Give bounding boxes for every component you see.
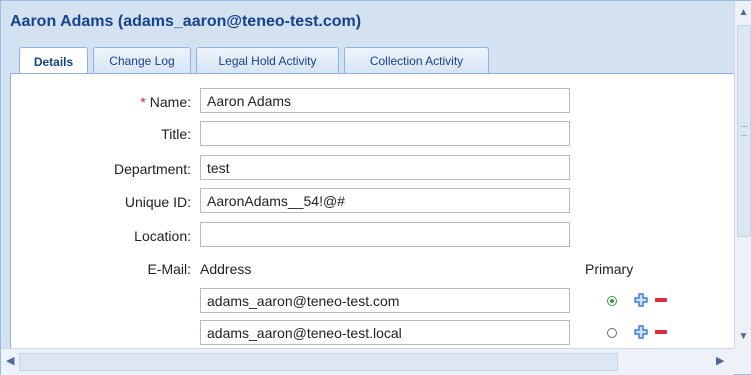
window-title: Aaron Adams (adams_aaron@teneo-test.com)	[10, 13, 362, 30]
plus-icon[interactable]	[633, 324, 649, 340]
plus-icon[interactable]	[633, 292, 649, 308]
email-address-field[interactable]	[200, 320, 570, 345]
user-details-window: Aaron Adams (adams_aaron@teneo-test.com)…	[0, 0, 751, 375]
tab-label: Details	[33, 54, 74, 69]
tab-collection-activity[interactable]: Collection Activity	[344, 47, 489, 74]
name-label: * Name:	[140, 94, 191, 110]
scroll-right-arrow-icon[interactable]: ▶	[716, 354, 724, 367]
vertical-scroll-thumb[interactable]	[737, 25, 751, 237]
tab-change-log[interactable]: Change Log	[93, 47, 191, 74]
vertical-scrollbar[interactable]: ▲ ▼	[734, 1, 751, 348]
minus-icon[interactable]	[654, 294, 668, 306]
tab-label: Change Log	[109, 54, 175, 68]
email-address-field[interactable]	[200, 288, 570, 313]
minus-icon[interactable]	[654, 326, 668, 338]
tab-label: Legal Hold Activity	[218, 54, 317, 68]
primary-radio-selected[interactable]	[607, 296, 617, 306]
department-label: Department:	[113, 161, 191, 177]
name-field[interactable]	[200, 88, 570, 113]
required-marker: *	[140, 94, 146, 110]
email-primary-header: Primary	[585, 261, 634, 277]
location-field[interactable]	[200, 222, 570, 247]
unique-id-field[interactable]	[200, 188, 570, 213]
scroll-up-arrow-icon[interactable]: ▲	[735, 7, 751, 18]
grip-icon	[741, 126, 747, 136]
email-label: E-Mail:	[147, 261, 191, 277]
horizontal-scrollbar[interactable]: ◀ ▶	[1, 348, 734, 375]
scroll-down-arrow-icon[interactable]: ▼	[735, 331, 751, 342]
scroll-left-arrow-icon[interactable]: ◀	[6, 354, 14, 367]
title-label: Title:	[161, 126, 191, 142]
tab-legal-hold-activity[interactable]: Legal Hold Activity	[196, 47, 339, 74]
email-address-header: Address	[200, 261, 252, 277]
department-field[interactable]	[200, 155, 570, 180]
location-label: Location:	[134, 228, 191, 244]
unique-id-label: Unique ID:	[124, 194, 191, 210]
scrollbar-corner	[734, 348, 751, 374]
primary-radio-unselected[interactable]	[607, 328, 617, 338]
tab-label: Collection Activity	[369, 54, 464, 68]
details-form: * Name: Title: Department: Unique ID: Lo…	[10, 74, 736, 348]
tab-details[interactable]: Details	[19, 47, 88, 75]
title-field[interactable]	[200, 121, 570, 146]
horizontal-scroll-thumb[interactable]	[19, 353, 618, 371]
